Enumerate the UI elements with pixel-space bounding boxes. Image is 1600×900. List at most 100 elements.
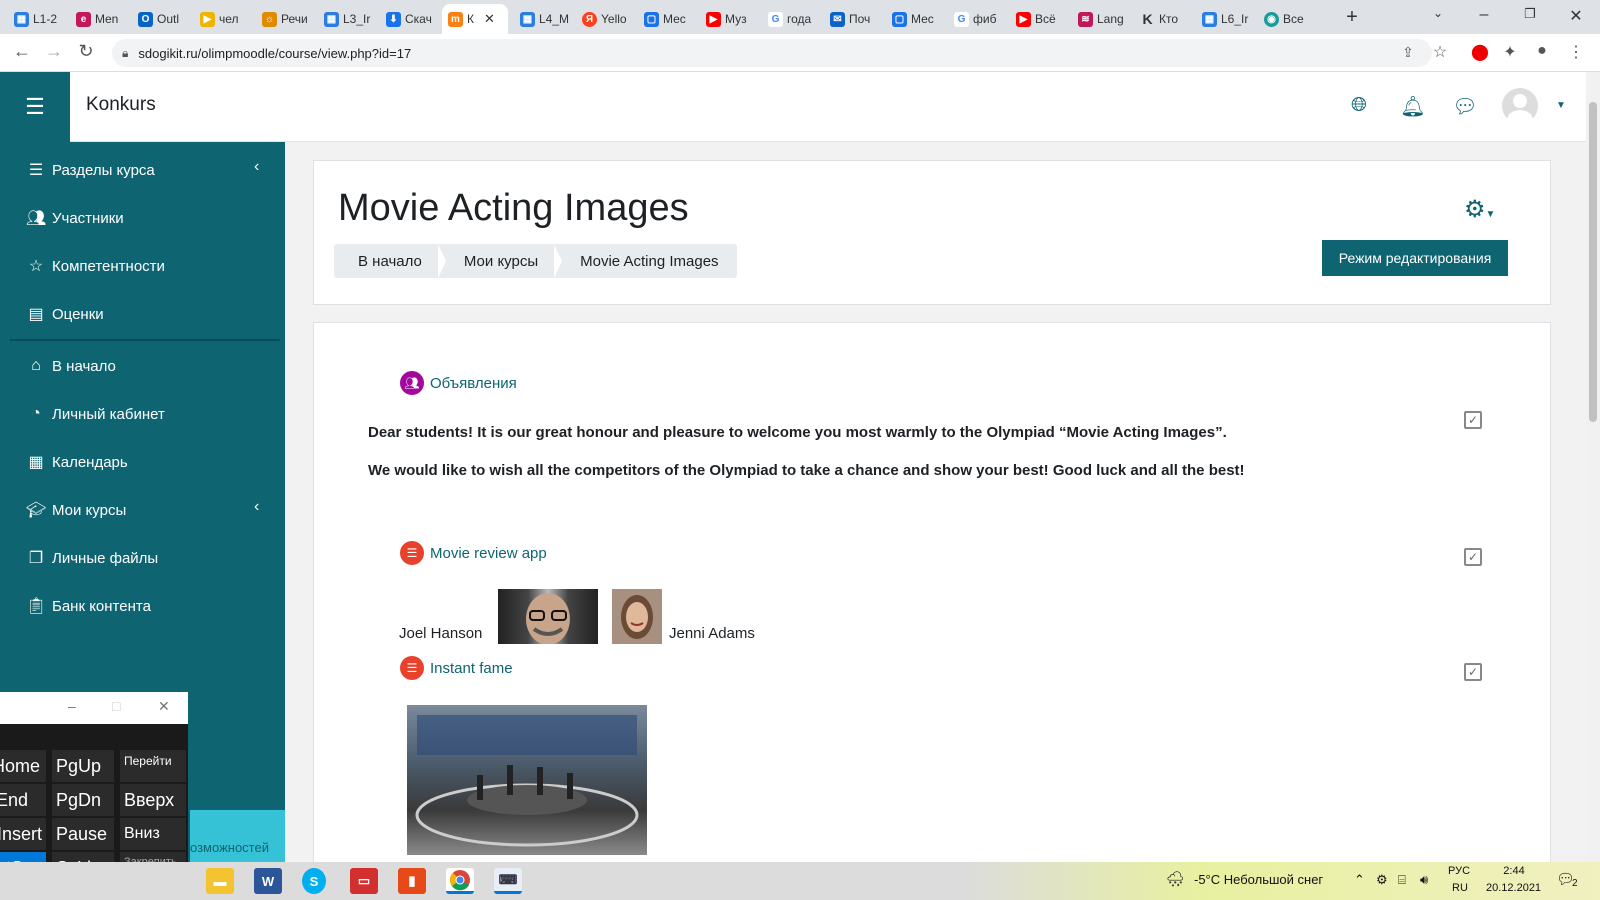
browser-tab[interactable]: ▶ чел (194, 4, 250, 34)
browser-tab[interactable]: ▦ L1-2 (8, 4, 64, 34)
scrollbar-thumb[interactable] (1589, 102, 1597, 422)
browser-tab[interactable]: ▢ Мес (638, 4, 694, 34)
browser-tab[interactable]: K Кто (1134, 4, 1190, 34)
page-scrollbar[interactable] (1586, 72, 1600, 862)
breadcrumb-home[interactable]: В начало (334, 244, 446, 278)
minimize-icon[interactable]: – (1474, 6, 1494, 24)
sidebar-item-home[interactable]: ⌂ В начало (26, 351, 116, 381)
network-icon[interactable]: ⌸ (1398, 872, 1406, 888)
weather-text[interactable]: -5°C Небольшой снег (1194, 872, 1323, 887)
browser-tab[interactable]: ▢ Мес (886, 4, 942, 34)
browser-tab[interactable]: ☼ Речи (256, 4, 312, 34)
key-pause[interactable]: Pause (52, 818, 114, 850)
key-end[interactable]: End (0, 784, 46, 816)
sidebar-item-my-courses[interactable]: 🎓︎ Мои курсы (26, 495, 126, 525)
tray-chevron-icon[interactable]: ⌃ (1354, 872, 1365, 888)
key-down[interactable]: Вниз (120, 818, 186, 850)
messages-icon[interactable]: 💬︎ (1452, 94, 1478, 119)
key-insert[interactable]: Insert (0, 818, 46, 850)
reader-icon[interactable]: ▭ (350, 868, 378, 894)
key-goto[interactable]: Перейти (120, 750, 186, 782)
breadcrumb-my-courses[interactable]: Мои курсы (440, 244, 563, 278)
sidebar-item-competencies[interactable]: ☆ Компетентности (26, 251, 165, 281)
browser-tab[interactable]: ▦ L3_Ir (318, 4, 374, 34)
chevron-left-icon[interactable]: ‹ (254, 158, 259, 176)
browser-tab[interactable]: O Outl (132, 4, 188, 34)
site-name[interactable]: Konkurs (86, 94, 156, 116)
browser-tab[interactable]: ✉ Поч (824, 4, 880, 34)
browser-tab[interactable]: Gфиб (948, 4, 1004, 34)
browser-tab[interactable]: Я Yello (576, 4, 632, 34)
url-field[interactable]: 🔒︎ sdogikit.ru/olimpmoodle/course/view.p… (112, 39, 1432, 67)
sidebar-item-participants[interactable]: 👥︎ Участники (26, 203, 124, 233)
lang-indicator-bottom[interactable]: RU (1452, 882, 1468, 894)
hamburger-menu-icon[interactable]: ☰ (0, 72, 70, 142)
mail-icon: ✉ (830, 11, 845, 27)
browser-tab[interactable]: ▦ L6_Ir (1196, 4, 1252, 34)
maximize-icon[interactable]: □ (112, 698, 120, 714)
profile-icon[interactable]: ● (1532, 42, 1552, 62)
completion-checkbox[interactable]: ✓ (1464, 548, 1482, 566)
close-window-icon[interactable]: ✕ (1566, 6, 1586, 26)
tab-search-icon[interactable]: ⌄ (1428, 6, 1448, 20)
activity-announcements[interactable]: 👥︎ Объявления (400, 371, 517, 395)
edit-mode-button[interactable]: Режим редактирования (1322, 240, 1508, 276)
browser-tab[interactable]: ▶ Муз (700, 4, 756, 34)
restore-icon[interactable]: ❐ (1520, 6, 1540, 22)
key-home[interactable]: Home (0, 750, 46, 782)
accessibility-button[interactable]: озможностей (190, 810, 285, 862)
browser-tab[interactable]: ▦ L4_M (514, 4, 570, 34)
avatar[interactable] (1502, 88, 1538, 124)
file-explorer-icon[interactable]: ▬ (206, 868, 234, 894)
browser-tab[interactable]: ▶ Всё (1010, 4, 1066, 34)
new-tab-icon[interactable]: + (1342, 6, 1362, 29)
on-screen-keyboard-icon[interactable]: ⌨ (494, 868, 522, 894)
reload-icon[interactable]: ↻ (74, 41, 98, 62)
user-menu-caret-icon[interactable]: ▼ (1556, 100, 1566, 111)
language-globe-icon[interactable]: 🌐︎ (1346, 94, 1372, 117)
extensions-icon[interactable]: ✦ (1500, 42, 1520, 62)
key-pgdn[interactable]: PgDn (52, 784, 114, 816)
opera-extension-icon[interactable]: ⬤ (1470, 42, 1490, 62)
notifications-bell-icon[interactable]: 🔔︎ (1400, 94, 1426, 119)
tray-app-icon[interactable]: ⚙ (1376, 872, 1388, 888)
clock-time[interactable]: 2:44 (1494, 865, 1534, 877)
browser-tab[interactable]: ⬇ Скач (380, 4, 436, 34)
document-app-icon[interactable]: ▮ (398, 868, 426, 894)
share-icon[interactable]: ⇪ (1398, 44, 1418, 64)
sidebar-item-content-bank[interactable]: 📋︎ Банк контента (26, 591, 151, 621)
close-icon[interactable]: ✕ (158, 698, 170, 715)
volume-icon[interactable]: 🔊︎ (1420, 872, 1428, 888)
chrome-icon[interactable] (446, 868, 474, 894)
browser-tab[interactable]: ◉ Все (1258, 4, 1314, 34)
weather-icon[interactable]: 🌨︎ (1166, 870, 1185, 888)
activity-instant-fame[interactable]: ☰ Instant fame (400, 656, 513, 680)
bookmark-star-icon[interactable]: ☆ (1430, 42, 1450, 62)
back-icon[interactable]: ← (10, 41, 34, 62)
forward-icon[interactable]: → (42, 41, 66, 62)
chevron-left-icon[interactable]: ‹ (254, 498, 259, 516)
browser-tab[interactable]: ≋ Lang (1072, 4, 1128, 34)
browser-tab-active[interactable]: m К ✕ (442, 4, 508, 34)
breadcrumb-current-course[interactable]: Movie Acting Images (556, 244, 736, 278)
browser-tab[interactable]: e Men (70, 4, 126, 34)
key-pgup[interactable]: PgUp (52, 750, 114, 782)
sidebar-item-dashboard[interactable]: ◔ Личный кабинет (26, 399, 165, 429)
browser-tab[interactable]: Gгода (762, 4, 818, 34)
word-icon[interactable]: W (254, 868, 282, 894)
activity-movie-review-app[interactable]: ☰ Movie review app (400, 541, 547, 565)
sidebar-item-calendar[interactable]: ▦ Календарь (26, 447, 127, 477)
gear-icon[interactable]: ⚙▼ (1464, 195, 1495, 224)
skype-icon[interactable]: S (302, 868, 326, 894)
completion-checkbox[interactable]: ✓ (1464, 411, 1482, 429)
sidebar-item-course-sections[interactable]: ☰ Разделы курса (26, 155, 155, 185)
clock-date[interactable]: 20.12.2021 (1486, 882, 1541, 894)
sidebar-item-private-files[interactable]: ❐ Личные файлы (26, 543, 158, 573)
sidebar-item-grades[interactable]: ▤ Оценки (26, 299, 103, 329)
completion-checkbox[interactable]: ✓ (1464, 663, 1482, 681)
minimize-icon[interactable]: – (68, 698, 76, 714)
key-up[interactable]: Вверх (120, 784, 186, 816)
close-tab-icon[interactable]: ✕ (484, 11, 495, 27)
lang-indicator-top[interactable]: РУС (1448, 865, 1470, 877)
menu-dots-icon[interactable]: ⋮ (1566, 42, 1586, 62)
